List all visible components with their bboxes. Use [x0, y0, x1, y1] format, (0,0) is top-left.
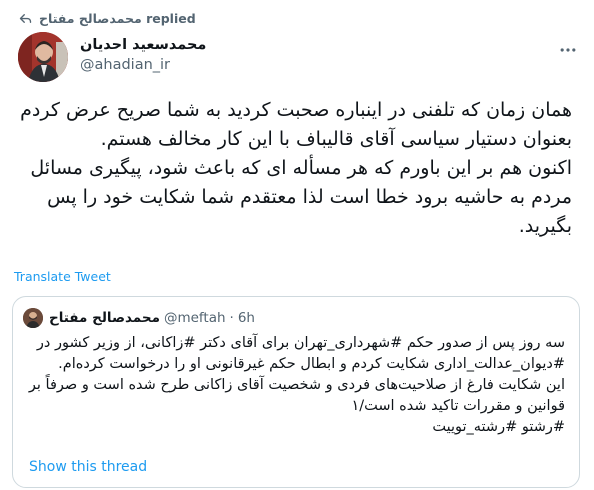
show-thread-link[interactable]: Show this thread: [29, 459, 147, 475]
more-options-button[interactable]: [556, 38, 580, 62]
quoted-tweet-card[interactable]: محمدصالح مفتاح @meftah · 6h سه روز پس از…: [12, 296, 580, 488]
more-options-icon: [560, 48, 576, 52]
reply-arrow-icon: [19, 13, 32, 23]
quoted-timestamp[interactable]: 6h: [238, 310, 255, 326]
author-handle[interactable]: @ahadian_ir: [80, 55, 206, 75]
quoted-tweet-text: سه روز پس از صدور حکم #شهرداری_تهران برا…: [28, 335, 565, 435]
quoted-author-avatar[interactable]: [23, 308, 43, 328]
translate-tweet-link[interactable]: Translate Tweet: [14, 269, 111, 284]
author-avatar[interactable]: [18, 32, 68, 82]
author-block[interactable]: محمدسعید احدیان @ahadian_ir: [80, 35, 206, 75]
tweet-text: همان زمان که تلفنی در اینباره صحبت کردید…: [20, 99, 572, 237]
tweet-header: محمدسعید احدیان @ahadian_ir: [18, 30, 588, 84]
quoted-tweet-header: محمدصالح مفتاح @meftah · 6h: [23, 308, 255, 328]
author-name[interactable]: محمدسعید احدیان: [80, 35, 206, 55]
quoted-author-name[interactable]: محمدصالح مفتاح: [49, 310, 160, 326]
quoted-separator: ·: [229, 310, 234, 326]
replied-banner-text: محمدصالح مفتاح replied: [39, 10, 196, 26]
quoted-author-handle[interactable]: @meftah: [164, 310, 226, 326]
replied-banner[interactable]: محمدصالح مفتاح replied: [18, 9, 196, 27]
